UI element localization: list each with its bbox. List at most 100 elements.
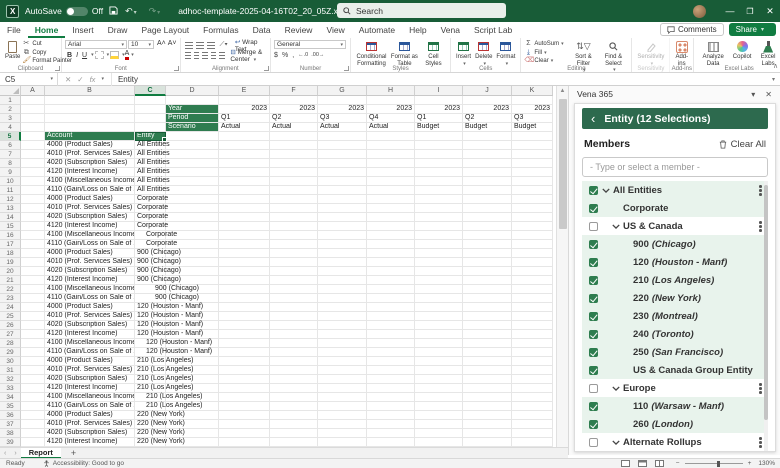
underline-button[interactable]: U [82, 52, 87, 59]
column-header-E[interactable]: E [219, 86, 270, 96]
grid-cell-B31[interactable]: 4010 (Prof. Services Sales) [45, 366, 135, 375]
grid-cell-I17[interactable] [415, 240, 463, 249]
grid-cell-K1[interactable] [512, 96, 553, 105]
grid-cell-G31[interactable] [318, 366, 367, 375]
grid-cell-G25[interactable] [318, 312, 367, 321]
grid-cell-C34[interactable]: 210 (Los Angeles) [135, 393, 202, 402]
grid-cell-J18[interactable] [463, 249, 512, 258]
grid-cell-F1[interactable] [270, 96, 318, 105]
column-header-I[interactable]: I [415, 86, 463, 96]
grid-cell-A15[interactable] [21, 222, 45, 231]
checked-checkbox[interactable] [589, 311, 598, 321]
grid-cell-C36[interactable]: 220 (New York) [135, 411, 185, 420]
ribbon-tab-insert[interactable]: Insert [65, 22, 100, 38]
grid-cell-K25[interactable] [512, 312, 553, 321]
grid-cell-J15[interactable] [463, 222, 512, 231]
row-header-37[interactable]: 37 [0, 420, 21, 429]
grid-cell-J33[interactable] [463, 384, 512, 393]
grid-cell-J2[interactable]: 2023 [463, 105, 512, 114]
autosum-button[interactable]: Σ AutoSum ▾ [524, 40, 568, 49]
grid-cell-G30[interactable] [318, 357, 367, 366]
grid-cell-H15[interactable] [367, 222, 415, 231]
grid-cell-K21[interactable] [512, 276, 553, 285]
grid-cell-G13[interactable] [318, 204, 367, 213]
bold-button[interactable]: B [67, 52, 72, 59]
namebox-chevron-icon[interactable]: ▾ [50, 76, 53, 82]
grid-cell-A4[interactable] [21, 123, 45, 132]
grid-cell-A2[interactable] [21, 105, 45, 114]
accessibility-status[interactable]: Accessibility: Good to go [43, 460, 124, 467]
grid-cell-A3[interactable] [21, 114, 45, 123]
member-item-corporate[interactable]: Corporate [582, 199, 768, 217]
grid-cell-I19[interactable] [415, 258, 463, 267]
grid-cell-H20[interactable] [367, 267, 415, 276]
grid-cell-A16[interactable] [21, 231, 45, 240]
grid-cell-A25[interactable] [21, 312, 45, 321]
grid-cell-H18[interactable] [367, 249, 415, 258]
grid-cell-C9[interactable]: All Entities [135, 168, 170, 177]
row-header-10[interactable]: 10 [0, 177, 21, 186]
grid-cell-H32[interactable] [367, 375, 415, 384]
member-search-input[interactable]: - Type or select a member - [582, 157, 768, 177]
grid-cell-D13[interactable] [166, 204, 219, 213]
row-header-17[interactable]: 17 [0, 240, 21, 249]
ribbon-tab-review[interactable]: Review [278, 22, 320, 38]
ribbon-tab-vena[interactable]: Vena [434, 22, 467, 38]
grid-cell-J10[interactable] [463, 177, 512, 186]
grid-cell-G6[interactable] [318, 141, 367, 150]
clear-all-button[interactable]: Clear All [719, 139, 766, 150]
grid-cell-F38[interactable] [270, 429, 318, 438]
grid-cell-C3[interactable] [135, 114, 166, 123]
grid-cell-I38[interactable] [415, 429, 463, 438]
row-header-22[interactable]: 22 [0, 285, 21, 294]
grid-cell-A10[interactable] [21, 177, 45, 186]
row-header-31[interactable]: 31 [0, 366, 21, 375]
grid-cell-G23[interactable] [318, 294, 367, 303]
grid-cell-E23[interactable] [219, 294, 270, 303]
checked-checkbox[interactable] [589, 239, 598, 249]
grid-cell-J31[interactable] [463, 366, 512, 375]
grid-cell-K7[interactable] [512, 150, 553, 159]
grid-cell-C31[interactable]: 210 (Los Angeles) [135, 366, 193, 375]
grid-cell-F10[interactable] [270, 177, 318, 186]
grid-cell-I11[interactable] [415, 186, 463, 195]
grid-cell-C17[interactable]: Corporate [135, 240, 177, 249]
grid-cell-E15[interactable] [219, 222, 270, 231]
grid-cell-C37[interactable]: 220 (New York) [135, 420, 185, 429]
member-item-partial[interactable] [582, 451, 768, 452]
grid-cell-I14[interactable] [415, 213, 463, 222]
grid-cell-B10[interactable]: 4100 (Miscellaneous Income [45, 177, 135, 186]
grid-cell-B3[interactable] [45, 114, 135, 123]
grid-cell-E16[interactable] [219, 231, 270, 240]
grid-cell-C29[interactable]: 120 (Houston - Manf) [135, 348, 212, 357]
row-header-27[interactable]: 27 [0, 330, 21, 339]
row-header-39[interactable]: 39 [0, 438, 21, 447]
autosave-toggle[interactable]: AutoSave Off [25, 6, 103, 16]
grid-cell-F16[interactable] [270, 231, 318, 240]
grid-cell-J23[interactable] [463, 294, 512, 303]
share-button[interactable]: Share ▾ [728, 23, 776, 36]
unchecked-checkbox[interactable] [589, 437, 598, 447]
row-header-29[interactable]: 29 [0, 348, 21, 357]
grid-cell-C10[interactable]: All Entities [135, 177, 170, 186]
grid-cell-B21[interactable]: 4120 (Interest Income) [45, 276, 135, 285]
grid-cell-B39[interactable]: 4120 (Interest Income) [45, 438, 135, 447]
grid-cell-H16[interactable] [367, 231, 415, 240]
grid-cell-J6[interactable] [463, 141, 512, 150]
grid-cell-F22[interactable] [270, 285, 318, 294]
row-header-7[interactable]: 7 [0, 150, 21, 159]
grid-cell-I29[interactable] [415, 348, 463, 357]
fill-button[interactable]: ⤓ Fill ▾ [524, 49, 568, 58]
grid-cell-E6[interactable] [219, 141, 270, 150]
grid-cell-C6[interactable]: All Entities [135, 141, 170, 150]
grid-cell-H10[interactable] [367, 177, 415, 186]
grid-cell-E21[interactable] [219, 276, 270, 285]
grid-cell-I6[interactable] [415, 141, 463, 150]
grid-cell-H17[interactable] [367, 240, 415, 249]
zoom-level[interactable]: 130% [758, 460, 775, 467]
grid-cell-K8[interactable] [512, 159, 553, 168]
grid-cell-F36[interactable] [270, 411, 318, 420]
grid-cell-I26[interactable] [415, 321, 463, 330]
zoom-out-icon[interactable]: − [676, 460, 680, 467]
grid-cell-C4[interactable] [135, 123, 166, 132]
